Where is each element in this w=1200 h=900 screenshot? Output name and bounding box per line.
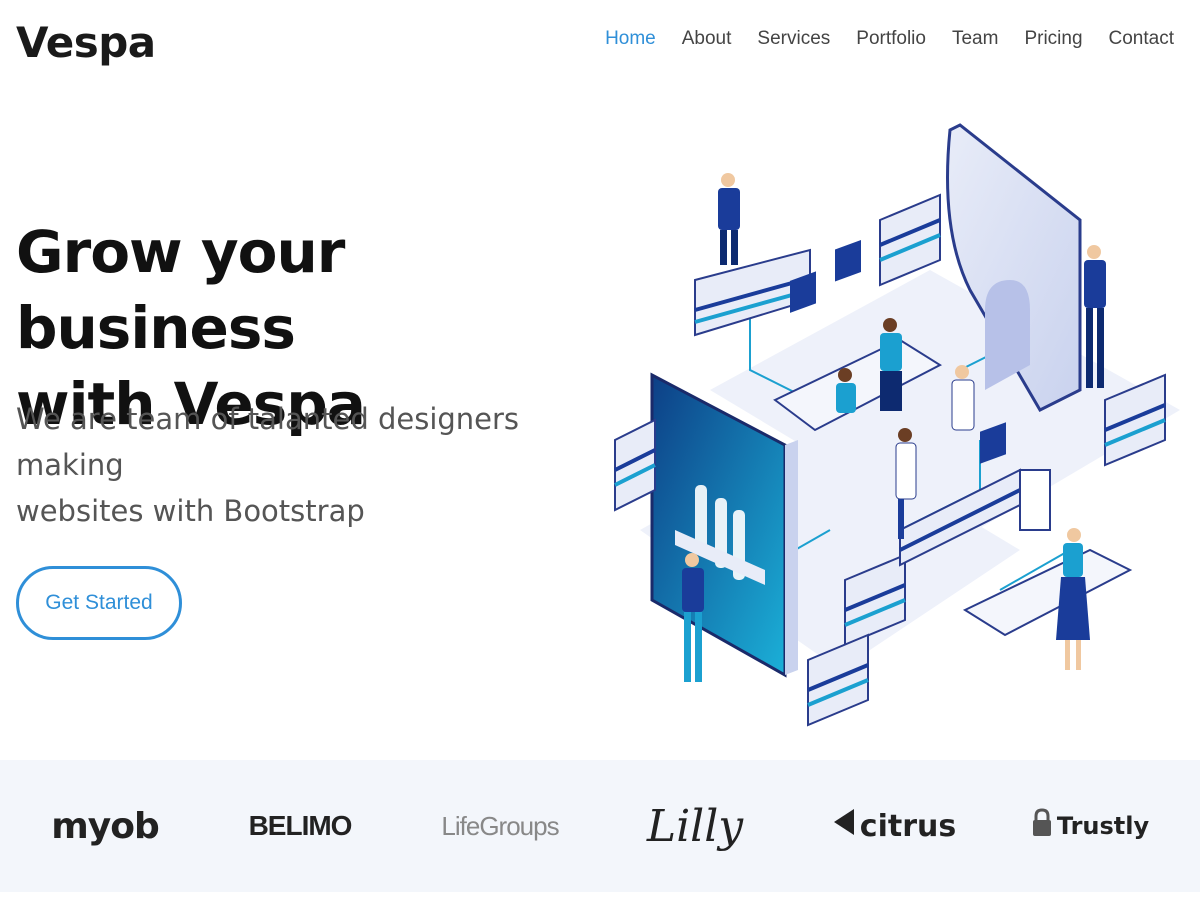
hero-illustration (614, 123, 1180, 727)
hero-title-line-1: Grow your business (16, 218, 345, 362)
client-logo-lifegroups: LifeGroups (441, 810, 559, 841)
nav-portfolio[interactable]: Portfolio (856, 28, 926, 50)
site-header: Vespa Home About Services Portfolio Team… (0, 0, 1200, 90)
client-logo-belimo: BELIMO (248, 810, 353, 841)
nav-team[interactable]: Team (952, 28, 998, 50)
nav-home[interactable]: Home (605, 28, 656, 50)
nav-pricing[interactable]: Pricing (1024, 28, 1082, 50)
nav-services[interactable]: Services (757, 28, 830, 50)
client-logo-lilly: Lilly (646, 800, 744, 852)
client-logo-citrus-label: citrus (859, 808, 957, 844)
nav-contact[interactable]: Contact (1109, 28, 1174, 50)
main-nav: Home About Services Portfolio Team Prici… (579, 28, 1174, 50)
client-logo-trustly-label: Trustly (1056, 812, 1150, 840)
site-logo[interactable]: Vespa (16, 18, 156, 67)
client-logo-trustly: Trustly (1032, 760, 1149, 892)
person-woman-right (1056, 528, 1090, 670)
hero-subtitle-line-2: websites with Bootstrap (16, 494, 365, 528)
get-started-button[interactable]: Get Started (16, 566, 182, 640)
client-logo-myob: myob (51, 805, 159, 847)
nav-about[interactable]: About (682, 28, 732, 50)
client-logos-strip: myob BELIMO LifeGroups Lilly citrus Trus… (0, 760, 1200, 892)
hero-subtitle-line-1: We are team of talanted designers making (16, 402, 520, 482)
citrus-icon (833, 807, 856, 845)
hero-subtitle: We are team of talanted designers making… (16, 396, 576, 534)
person-standing-top (718, 173, 740, 265)
client-logo-citrus: citrus (833, 760, 956, 892)
lock-icon (1031, 808, 1053, 844)
